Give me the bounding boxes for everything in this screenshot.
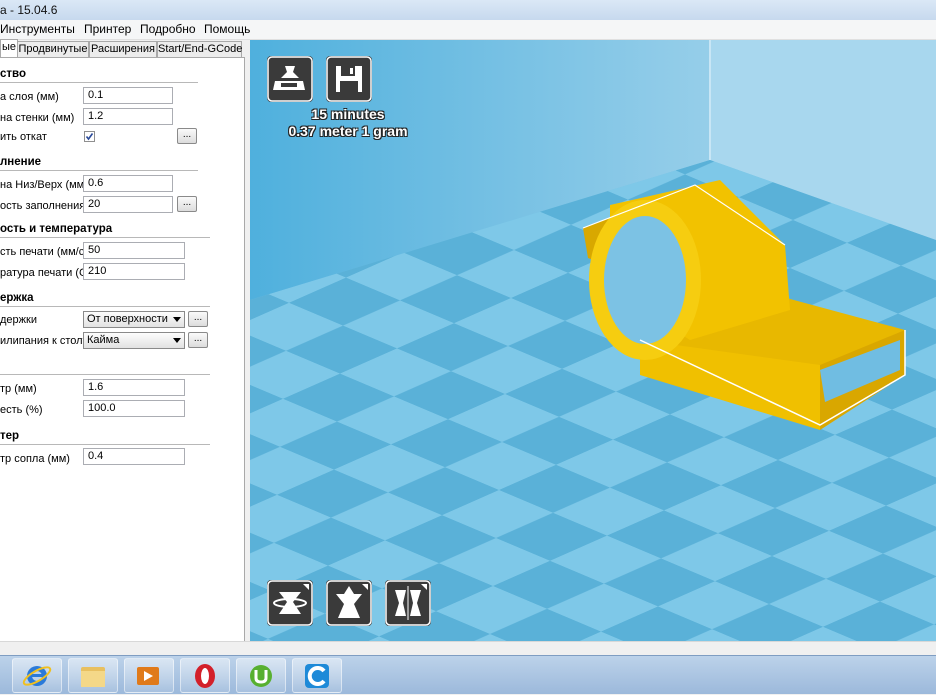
section-support-title: ержка [0,292,34,304]
tab-gcode[interactable]: Start/End-GCode [157,41,242,57]
load-model-button[interactable] [267,56,313,102]
retraction-label: ить откат [0,131,47,143]
fill-density-label: ость заполнения [0,200,86,212]
retraction-checkbox[interactable] [84,131,95,142]
filament-diameter-field[interactable]: 1.6 [83,379,185,396]
opera-icon [195,664,215,688]
window-title: a - 15.04.6 [0,3,58,17]
retraction-more-button[interactable]: ... [177,128,197,144]
nozzle-size-field[interactable]: 0.4 [83,448,185,465]
section-speed-title: ость и температура [0,223,113,235]
taskbar-ie[interactable] [12,658,62,693]
mirror-button[interactable] [385,580,431,626]
window-titlebar: a - 15.04.6 [0,0,936,21]
tab-plugins[interactable]: Расширения [89,41,157,57]
windows-taskbar [0,655,936,694]
section-divider [0,82,198,83]
bottom-top-field[interactable]: 0.6 [83,175,173,192]
utorrent-icon [250,665,272,687]
bottom-top-label: на Низ/Верх (мм) [0,179,88,191]
chevron-down-icon [173,338,181,343]
mirror-icon [385,580,431,626]
section-quality-title: ство [0,68,26,80]
adhesion-more-button[interactable]: ... [188,332,208,348]
section-divider [0,170,198,171]
section-machine-title: тер [0,430,20,442]
menu-tools[interactable]: Инструменты [0,22,75,36]
wall-thickness-field[interactable]: 1.2 [83,108,173,125]
adhesion-value: Кайма [87,334,120,346]
section-divider [0,237,210,238]
fill-density-more-button[interactable]: ... [177,196,197,212]
print-speed-field[interactable]: 50 [83,242,185,259]
section-divider [0,374,210,375]
taskbar-utorrent[interactable] [236,658,286,693]
taskbar-ccleaner[interactable] [292,658,342,693]
print-time-text: 15 minutes [311,106,385,122]
section-divider [0,306,210,307]
flow-field[interactable]: 100.0 [83,400,185,417]
print-speed-label: сть печати (мм/с) [0,246,88,258]
menu-help[interactable]: Помощь [204,22,250,36]
taskbar-opera[interactable] [180,658,230,693]
scale-icon [326,580,372,626]
ie-icon [22,666,52,686]
layer-height-label: а слоя (мм) [0,91,59,103]
ccleaner-icon [305,664,329,688]
explorer-icon [81,667,105,687]
filament-diameter-label: тр (мм) [0,383,37,395]
3d-viewport[interactable]: 15 minutes 0.37 meter 1 gram [250,40,936,642]
rotate-icon [267,580,313,626]
flow-label: есть (%) [0,404,43,416]
support-more-button[interactable]: ... [188,311,208,327]
tab-advanced[interactable]: Продвинутые [17,41,89,57]
media-player-icon [137,667,159,685]
chevron-down-icon [173,317,181,322]
save-icon [326,56,372,102]
nozzle-size-label: тр сопла (мм) [0,453,70,465]
print-material-text: 0.37 meter 1 gram [288,123,408,139]
print-temp-label: ратура печати (С) [0,267,91,279]
support-type-value: От поверхности [87,313,168,325]
status-separator [0,641,936,656]
load-icon [267,56,313,102]
adhesion-select[interactable]: Кайма [83,332,185,349]
tab-basic[interactable]: ые [0,39,18,58]
wall-thickness-label: на стенки (мм) [0,112,75,124]
section-divider [0,444,210,445]
save-gcode-button[interactable] [326,56,372,102]
settings-panel: ство а слоя (мм) 0.1 на стенки (мм) 1.2 … [0,57,245,643]
support-type-label: держки [0,314,37,326]
taskbar-media-player[interactable] [124,658,174,693]
layer-height-field[interactable]: 0.1 [83,87,173,104]
support-type-select[interactable]: От поверхности [83,311,185,328]
menu-bar: Инструменты Принтер Подробно Помощь [0,20,936,40]
scale-button[interactable] [326,580,372,626]
section-fill-title: лнение [0,156,42,168]
adhesion-label: илипания к столу [0,335,89,347]
rotate-button[interactable] [267,580,313,626]
menu-expert[interactable]: Подробно [140,22,196,36]
menu-printer[interactable]: Принтер [84,22,131,36]
fill-density-field[interactable]: 20 [83,196,173,213]
print-temp-field[interactable]: 210 [83,263,185,280]
taskbar-explorer[interactable] [68,658,118,693]
